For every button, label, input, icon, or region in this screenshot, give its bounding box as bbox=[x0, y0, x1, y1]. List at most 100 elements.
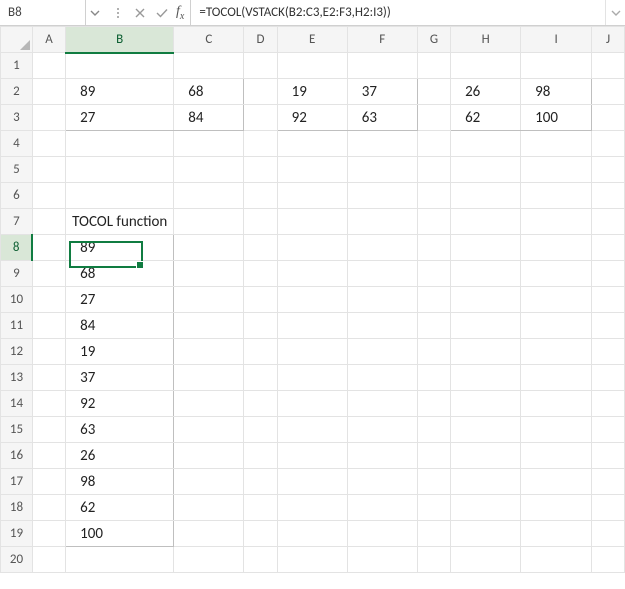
cell-I19[interactable] bbox=[521, 521, 592, 547]
col-header-E[interactable]: E bbox=[277, 27, 347, 53]
cell-F8[interactable] bbox=[347, 235, 417, 261]
col-header-A[interactable]: A bbox=[32, 27, 65, 53]
cell-E12[interactable] bbox=[277, 339, 347, 365]
cell-F11[interactable] bbox=[347, 313, 417, 339]
cell-C10[interactable] bbox=[174, 287, 244, 313]
spreadsheet-grid[interactable]: A B C D E F G H I J 12896819372698327849… bbox=[0, 26, 625, 573]
cell-G8[interactable] bbox=[417, 235, 450, 261]
cell-G2[interactable] bbox=[417, 79, 450, 105]
cell-G11[interactable] bbox=[417, 313, 450, 339]
cell-G17[interactable] bbox=[417, 469, 450, 495]
cell-D4[interactable] bbox=[244, 131, 277, 157]
cell-B19[interactable]: 100 bbox=[66, 521, 174, 547]
cell-I10[interactable] bbox=[521, 287, 592, 313]
cell-E2[interactable]: 19 bbox=[277, 79, 347, 105]
cell-J9[interactable] bbox=[592, 261, 625, 287]
row-header-4[interactable]: 4 bbox=[1, 131, 33, 157]
cell-C16[interactable] bbox=[174, 443, 244, 469]
cell-C4[interactable] bbox=[174, 131, 244, 157]
cell-A7[interactable] bbox=[32, 209, 65, 235]
cell-H6[interactable] bbox=[451, 183, 521, 209]
cell-I15[interactable] bbox=[521, 417, 592, 443]
cell-A13[interactable] bbox=[32, 365, 65, 391]
cell-B4[interactable] bbox=[66, 131, 174, 157]
cell-C18[interactable] bbox=[174, 495, 244, 521]
cell-H1[interactable] bbox=[451, 53, 521, 79]
cell-B6[interactable] bbox=[66, 183, 174, 209]
col-header-F[interactable]: F bbox=[347, 27, 417, 53]
cell-F6[interactable] bbox=[347, 183, 417, 209]
cell-J4[interactable] bbox=[592, 131, 625, 157]
cell-B17[interactable]: 98 bbox=[66, 469, 174, 495]
row-header-2[interactable]: 2 bbox=[1, 79, 33, 105]
cell-E14[interactable] bbox=[277, 391, 347, 417]
cell-C19[interactable] bbox=[174, 521, 244, 547]
cell-H16[interactable] bbox=[451, 443, 521, 469]
cell-G1[interactable] bbox=[417, 53, 450, 79]
cell-H20[interactable] bbox=[451, 547, 521, 573]
cell-J5[interactable] bbox=[592, 157, 625, 183]
cell-E17[interactable] bbox=[277, 469, 347, 495]
cell-G3[interactable] bbox=[417, 105, 450, 131]
cell-G9[interactable] bbox=[417, 261, 450, 287]
cell-A20[interactable] bbox=[32, 547, 65, 573]
cell-G16[interactable] bbox=[417, 443, 450, 469]
cell-E11[interactable] bbox=[277, 313, 347, 339]
cell-E9[interactable] bbox=[277, 261, 347, 287]
cell-B2[interactable]: 89 bbox=[66, 79, 174, 105]
cell-E4[interactable] bbox=[277, 131, 347, 157]
cell-A1[interactable] bbox=[32, 53, 65, 79]
cell-B5[interactable] bbox=[66, 157, 174, 183]
cell-C7[interactable] bbox=[174, 209, 244, 235]
cell-F3[interactable]: 63 bbox=[347, 105, 417, 131]
cell-D6[interactable] bbox=[244, 183, 277, 209]
cell-B12[interactable]: 19 bbox=[66, 339, 174, 365]
cell-G14[interactable] bbox=[417, 391, 450, 417]
cell-B15[interactable]: 63 bbox=[66, 417, 174, 443]
cell-D8[interactable] bbox=[244, 235, 277, 261]
name-box[interactable] bbox=[0, 0, 86, 25]
cell-J15[interactable] bbox=[592, 417, 625, 443]
cell-J13[interactable] bbox=[592, 365, 625, 391]
cell-G4[interactable] bbox=[417, 131, 450, 157]
cell-G13[interactable] bbox=[417, 365, 450, 391]
cell-E15[interactable] bbox=[277, 417, 347, 443]
cell-H15[interactable] bbox=[451, 417, 521, 443]
row-header-8[interactable]: 8 bbox=[1, 235, 33, 261]
cell-E16[interactable] bbox=[277, 443, 347, 469]
name-box-dropdown[interactable] bbox=[86, 0, 104, 25]
cell-G18[interactable] bbox=[417, 495, 450, 521]
cell-I18[interactable] bbox=[521, 495, 592, 521]
cell-G19[interactable] bbox=[417, 521, 450, 547]
cell-D5[interactable] bbox=[244, 157, 277, 183]
col-header-B[interactable]: B bbox=[66, 27, 174, 53]
row-header-13[interactable]: 13 bbox=[1, 365, 33, 391]
cell-F13[interactable] bbox=[347, 365, 417, 391]
cell-F4[interactable] bbox=[347, 131, 417, 157]
cell-F2[interactable]: 37 bbox=[347, 79, 417, 105]
cell-I2[interactable]: 98 bbox=[521, 79, 592, 105]
cell-E6[interactable] bbox=[277, 183, 347, 209]
cell-F9[interactable] bbox=[347, 261, 417, 287]
cell-B8[interactable]: 89 bbox=[66, 235, 174, 261]
cell-I9[interactable] bbox=[521, 261, 592, 287]
col-header-J[interactable]: J bbox=[592, 27, 625, 53]
cell-F16[interactable] bbox=[347, 443, 417, 469]
cell-E1[interactable] bbox=[277, 53, 347, 79]
cell-I13[interactable] bbox=[521, 365, 592, 391]
cell-H12[interactable] bbox=[451, 339, 521, 365]
cell-D15[interactable] bbox=[244, 417, 277, 443]
cell-A15[interactable] bbox=[32, 417, 65, 443]
cell-J10[interactable] bbox=[592, 287, 625, 313]
cell-E10[interactable] bbox=[277, 287, 347, 313]
row-header-14[interactable]: 14 bbox=[1, 391, 33, 417]
cell-D13[interactable] bbox=[244, 365, 277, 391]
cell-E20[interactable] bbox=[277, 547, 347, 573]
cell-I3[interactable]: 100 bbox=[521, 105, 592, 131]
row-header-1[interactable]: 1 bbox=[1, 53, 33, 79]
cell-F20[interactable] bbox=[347, 547, 417, 573]
cell-B20[interactable] bbox=[66, 547, 174, 573]
cell-F7[interactable] bbox=[347, 209, 417, 235]
cell-D12[interactable] bbox=[244, 339, 277, 365]
cell-B9[interactable]: 68 bbox=[66, 261, 174, 287]
